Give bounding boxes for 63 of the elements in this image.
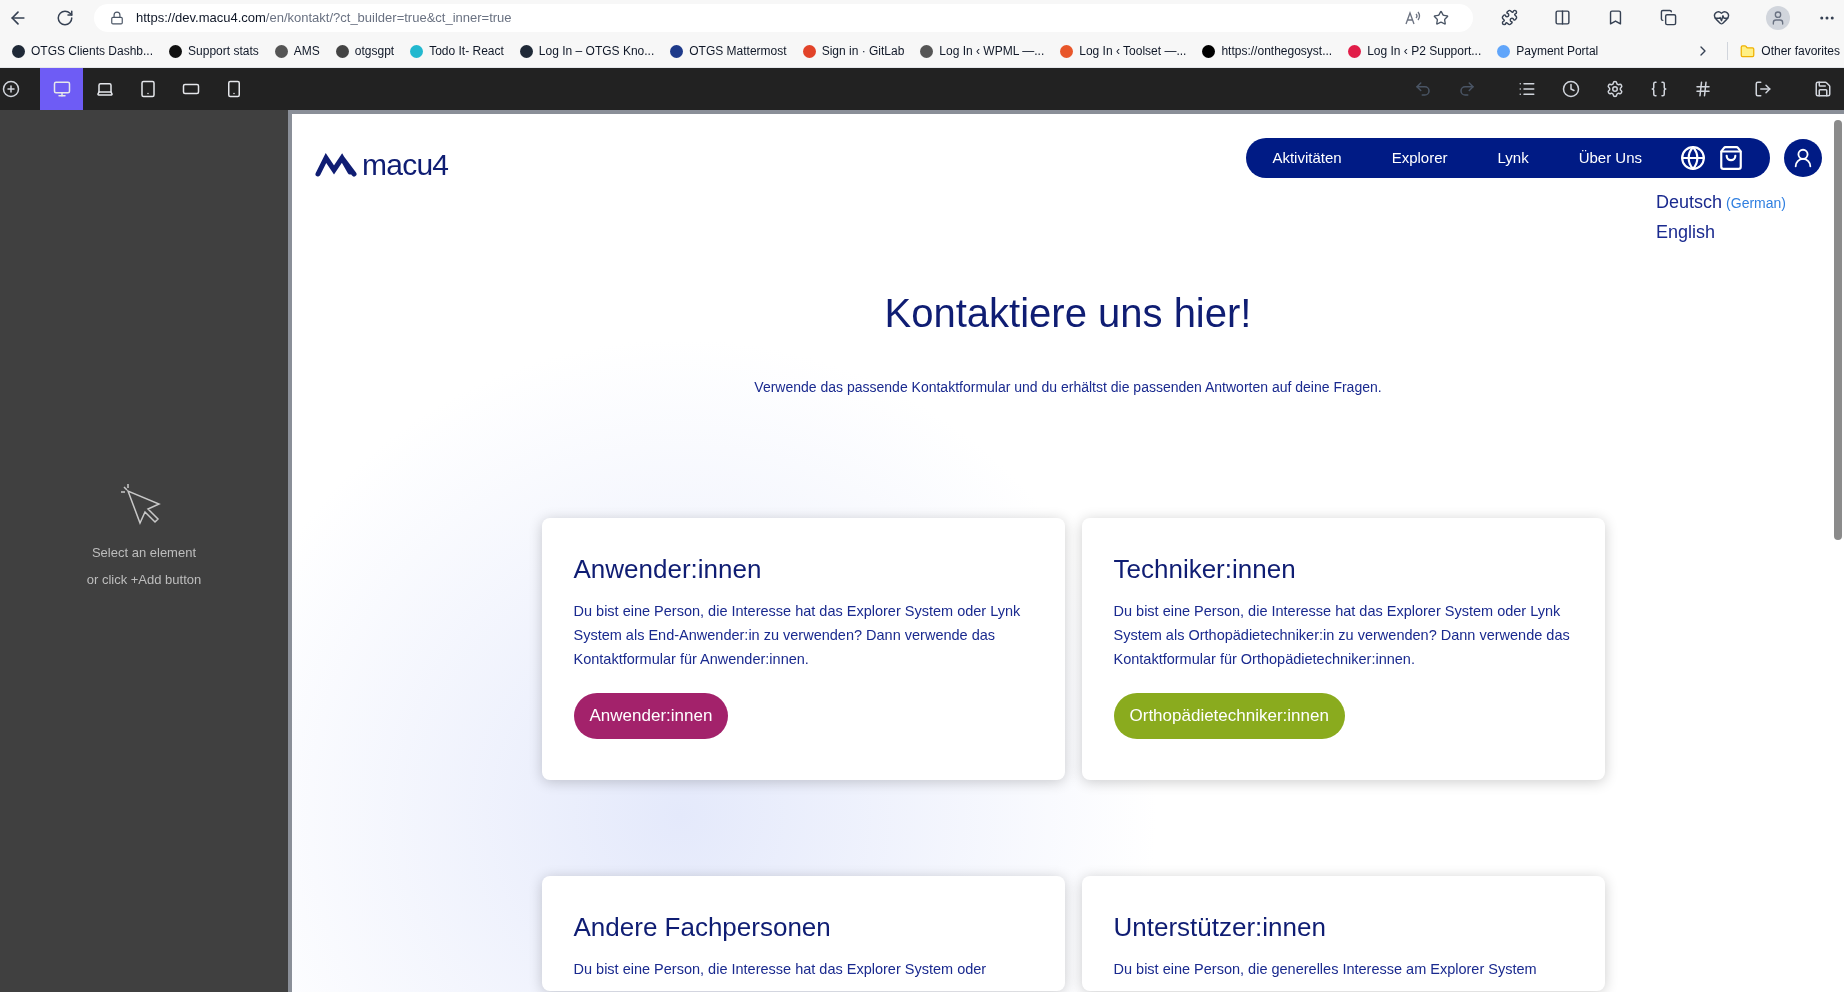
bookmark-item[interactable]: Log In ‹ WPML —... [912,42,1053,60]
read-aloud-icon[interactable] [1405,10,1421,25]
bookmark-item[interactable]: AMS [266,42,328,60]
bookmark-item[interactable]: OTGS Clients Dashb... [4,42,162,60]
bookmark-item[interactable]: Log In – OTGS Kno... [511,42,663,60]
collections-icon[interactable] [1660,9,1677,26]
settings-icon[interactable] [1606,80,1624,98]
card-text: Du bist eine Person, die Interesse hat das Explorer System oder [573,960,988,979]
history-icon[interactable] [1562,80,1580,98]
bookmark-item[interactable]: Sign in · GitLab [794,42,913,60]
bookmark-item[interactable]: Log In ‹ Toolset —... [1052,42,1195,60]
card-title: Andere Fachpersonen [573,911,832,944]
page-subtitle: Verwende das passende Kontaktformular und du erhältst die passenden Antworten auf deine Fragen. [753,378,1383,397]
bookmark-item[interactable]: Payment Portal [1489,42,1607,60]
bookmark-item[interactable]: https://onthegosyst... [1194,42,1341,60]
favorites-icon[interactable] [1607,9,1624,26]
bookmark-item[interactable]: otgsgpt [327,42,403,60]
page-heading: Kontaktiere uns hier! [883,290,1253,337]
reload-icon[interactable] [56,8,74,27]
exit-icon[interactable] [1754,80,1772,98]
hint-text: Select an element [91,543,197,562]
profile-avatar[interactable] [1766,5,1790,30]
nav-link[interactable]: Lynk [1497,146,1529,170]
card-text: Du bist eine Person, die Interesse hat das Explorer System oder Lynk System als End-Anwender:in zu verwenden? Dann verwende das Kontaktformular für Anwender:innen. [573,602,1022,669]
folder-icon [1740,43,1756,59]
card-text: Du bist eine Person, die generelles Interesse am Explorer System [1113,960,1538,979]
bookmark-item[interactable]: Todo It- React [402,42,512,60]
code-icon[interactable] [1650,80,1668,98]
grid-icon[interactable] [1694,80,1712,98]
nav-link[interactable]: Über Uns [1578,146,1642,170]
health-icon[interactable] [1713,9,1730,26]
card-text: Du bist eine Person, die Interesse hat das Explorer System oder Lynk System als Orthopädietechniker:in zu verwenden? Dann verwende das Kontaktformular für Orthopädietechniker:innen. [1113,602,1571,669]
bookmark-item[interactable]: OTGS Mattermost [662,42,795,60]
bookmark-item[interactable]: Support stats [161,42,267,60]
tablet-icon [138,80,157,98]
globe-icon[interactable] [1680,145,1706,171]
url-text: https://dev.macu4.com/en/kontakt/?ct_builder=true&ct_inner=true [136,8,512,27]
extensions-icon[interactable] [1501,9,1518,26]
nav-link[interactable]: Aktivitäten [1272,146,1342,170]
lock-icon [110,10,124,25]
language-option[interactable]: English [1656,218,1716,247]
laptop-icon [95,80,114,98]
structure-icon[interactable] [1518,80,1536,98]
split-screen-icon[interactable] [1554,9,1571,26]
logo[interactable]: macu4 [314,142,449,187]
logo-mark-icon [314,151,358,178]
add-icon[interactable] [2,80,20,98]
bookmark-folder[interactable]: Other favorites [1727,42,1840,60]
monitor-icon [52,80,71,98]
card-title: Anwender:innen [573,553,763,586]
contact-form-button[interactable]: Anwender:innen [573,693,729,739]
card-title: Techniker:innen [1113,553,1297,586]
user-icon [1792,147,1814,169]
nav-link[interactable]: Explorer [1391,146,1448,170]
language-option[interactable]: Deutsch (German) [1656,188,1786,218]
bookmark-item[interactable]: Log In ‹ P2 Support... [1340,42,1490,60]
favorite-star-icon[interactable] [1433,9,1449,26]
save-icon[interactable] [1814,80,1832,98]
bag-icon[interactable] [1718,145,1744,171]
card-title: Unterstützer:innen [1113,911,1327,944]
address-bar[interactable]: https://dev.macu4.com/en/kontakt/?ct_builder=true&ct_inner=true [94,3,1473,32]
hint-text: or click +Add button [86,571,202,589]
account-button[interactable] [1784,139,1822,177]
